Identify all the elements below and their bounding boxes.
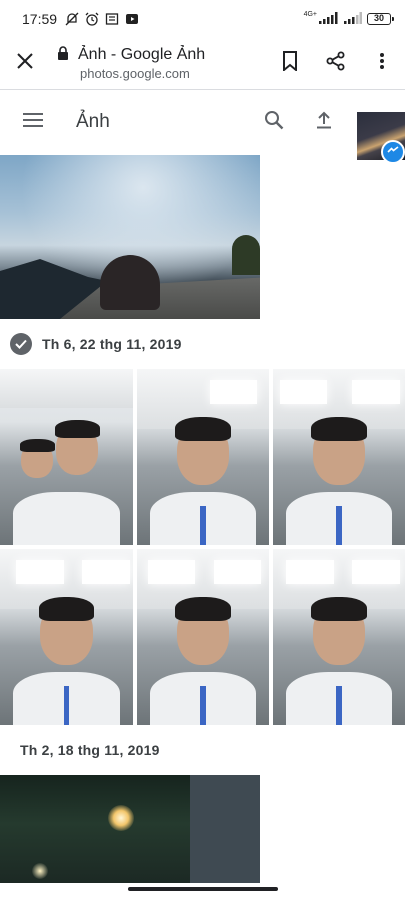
photo-thumbnail[interactable] bbox=[0, 369, 133, 545]
battery-indicator: 30 bbox=[367, 13, 394, 25]
app-header: Ảnh bbox=[0, 90, 405, 154]
main-menu-button[interactable] bbox=[0, 90, 66, 154]
messenger-icon bbox=[387, 143, 399, 161]
youtube-icon bbox=[125, 12, 139, 26]
share-icon bbox=[326, 51, 346, 76]
upload-button[interactable] bbox=[299, 90, 349, 154]
url-block[interactable]: Ảnh - Google Ảnh photos.google.com bbox=[50, 45, 267, 81]
page-title: Ảnh - Google Ảnh bbox=[78, 46, 206, 63]
network-type-label: 4G+ bbox=[303, 10, 317, 18]
hamburger-menu-icon bbox=[23, 112, 43, 133]
share-button[interactable] bbox=[313, 38, 359, 88]
close-button[interactable] bbox=[0, 38, 50, 88]
select-date-checkbox[interactable] bbox=[10, 333, 32, 355]
lock-icon bbox=[56, 45, 70, 65]
status-bar: 17:59 4G+ 30 bbox=[0, 0, 405, 38]
gesture-navigation-bar[interactable] bbox=[128, 887, 278, 891]
bookmark-button[interactable] bbox=[267, 38, 313, 88]
url-host: photos.google.com bbox=[80, 65, 190, 81]
more-vert-icon bbox=[379, 52, 385, 75]
upload-icon bbox=[315, 111, 333, 134]
photo-thumbnail[interactable] bbox=[0, 155, 260, 319]
photo-thumbnail[interactable] bbox=[0, 775, 260, 883]
more-options-button[interactable] bbox=[359, 38, 405, 88]
messenger-chat-head[interactable] bbox=[381, 140, 405, 164]
app-title: Ảnh bbox=[76, 111, 110, 132]
date-header: Th 2, 18 thg 11, 2019 bbox=[0, 725, 405, 775]
signal-2-icon bbox=[344, 11, 362, 27]
photo-thumbnail[interactable] bbox=[137, 549, 269, 725]
close-icon bbox=[17, 52, 33, 74]
browser-toolbar: Ảnh - Google Ảnh photos.google.com bbox=[0, 38, 405, 88]
status-time: 17:59 bbox=[22, 11, 58, 27]
photo-thumbnail[interactable] bbox=[273, 369, 405, 545]
date-header: Th 6, 22 thg 11, 2019 bbox=[0, 319, 405, 369]
photo-thumbnail[interactable] bbox=[137, 369, 269, 545]
news-icon bbox=[105, 12, 119, 26]
mute-icon bbox=[65, 12, 79, 26]
search-icon bbox=[264, 110, 284, 135]
alarm-icon bbox=[85, 12, 99, 26]
search-button[interactable] bbox=[249, 90, 299, 154]
date-label: Th 6, 22 thg 11, 2019 bbox=[42, 336, 182, 352]
signal-icon bbox=[319, 11, 339, 27]
bookmark-icon bbox=[282, 50, 298, 76]
photo-thumbnail[interactable] bbox=[273, 549, 405, 725]
date-label: Th 2, 18 thg 11, 2019 bbox=[20, 742, 160, 758]
photo-thumbnail[interactable] bbox=[0, 549, 133, 725]
